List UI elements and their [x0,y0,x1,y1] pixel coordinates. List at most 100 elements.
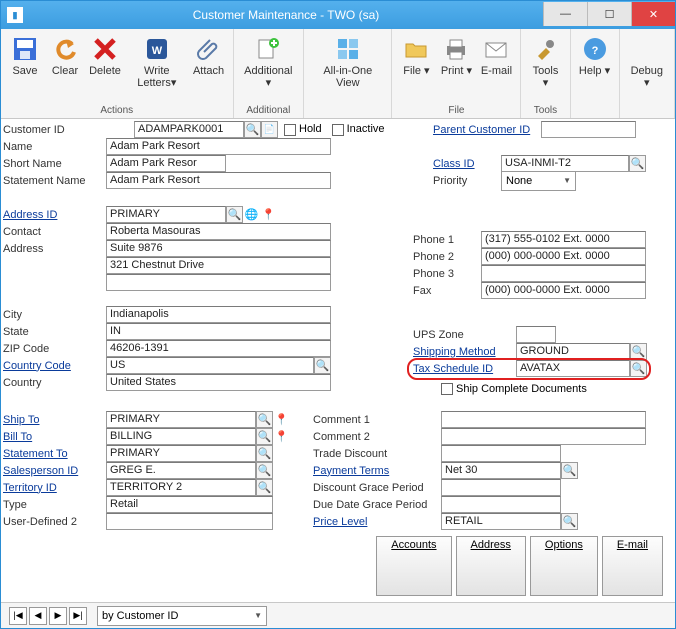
city-field[interactable]: Indianapolis [106,306,331,323]
tools-button[interactable]: Tools ▾ [525,31,565,104]
tax-schedule-field[interactable]: AVATAX [516,360,630,377]
address2-field[interactable]: 321 Chestnut Drive [106,257,331,274]
lookup-icon[interactable]: 🔍 [256,411,273,428]
statement-name-field[interactable]: Adam Park Resort [106,172,331,189]
short-name-field[interactable]: Adam Park Resor [106,155,226,172]
address-button[interactable]: Address [456,536,526,596]
minimize-button[interactable]: — [543,2,587,26]
debug-button[interactable]: Debug ▾ [624,31,670,104]
help-button[interactable]: ?Help ▾ [575,31,615,104]
trade-discount-field[interactable] [441,445,561,462]
bill-to-link[interactable]: Bill To [1,431,106,443]
payment-terms-field[interactable]: Net 30 [441,462,561,479]
print-button[interactable]: Print ▾ [436,31,476,104]
accounts-button[interactable]: Accounts [376,536,451,596]
lookup-icon[interactable]: 🔍 [314,357,331,374]
address-id-link[interactable]: Address ID [1,209,106,221]
lookup-icon[interactable]: 🔍 [256,428,273,445]
hold-checkbox[interactable] [284,124,296,136]
globe-icon[interactable]: 🌐 [243,206,260,223]
pin-icon[interactable]: 📍 [260,206,277,223]
class-id-link[interactable]: Class ID [431,158,501,170]
territory-field[interactable]: TERRITORY 2 [106,479,256,496]
state-field[interactable]: IN [106,323,331,340]
lookup-icon[interactable]: 🔍 [256,445,273,462]
country-field[interactable]: United States [106,374,331,391]
attach-button[interactable]: Attach [189,31,229,104]
discount-grace-field[interactable] [441,479,561,496]
price-level-field[interactable]: RETAIL [441,513,561,530]
form-area: Customer ID ADAMPARK0001 🔍 📄 Hold Inacti… [1,121,675,602]
lookup-icon[interactable]: 🔍 [244,121,261,138]
parent-customer-link[interactable]: Parent Customer ID [431,124,541,136]
save-button[interactable]: Save [5,31,45,104]
comment2-field[interactable] [441,428,646,445]
lookup-icon[interactable]: 🔍 [226,206,243,223]
country-code-field[interactable]: US [106,357,314,374]
inactive-checkbox[interactable] [332,124,344,136]
shipping-method-field[interactable]: GROUND [516,343,630,360]
clear-button[interactable]: Clear [45,31,85,104]
phone2-field[interactable]: (000) 000-0000 Ext. 0000 [481,248,646,265]
nav-prev-button[interactable]: ◀ [29,607,47,625]
options-button[interactable]: Options [530,536,598,596]
titlebar: ▮ Customer Maintenance - TWO (sa) — ☐ ✕ [1,1,675,29]
maximize-button[interactable]: ☐ [587,2,631,26]
email-button[interactable]: E-mail [476,31,516,104]
pin-icon[interactable]: 📍 [273,411,290,428]
lookup-icon[interactable]: 🔍 [256,462,273,479]
tax-schedule-link[interactable]: Tax Schedule ID [411,363,516,375]
customer-id-field[interactable]: ADAMPARK0001 [134,121,244,138]
price-level-link[interactable]: Price Level [311,516,441,528]
address-id-field[interactable]: PRIMARY [106,206,226,223]
priority-select[interactable]: None▼ [501,171,576,191]
address1-field[interactable]: Suite 9876 [106,240,331,257]
class-id-field[interactable]: USA-INMI-T2 [501,155,629,172]
write-letters-button[interactable]: WWrite Letters▾ [125,31,189,104]
lookup-icon[interactable]: 🔍 [561,462,578,479]
file-button[interactable]: File ▾ [396,31,436,104]
delete-button[interactable]: Delete [85,31,125,104]
all-in-one-view-button[interactable]: All-in-One View [308,31,387,104]
salesperson-link[interactable]: Salesperson ID [1,465,106,477]
nav-next-button[interactable]: ▶ [49,607,67,625]
comment1-field[interactable] [441,411,646,428]
ship-to-link[interactable]: Ship To [1,414,106,426]
country-code-link[interactable]: Country Code [1,360,106,372]
due-date-grace-field[interactable] [441,496,561,513]
tools-icon [531,35,559,63]
ud2-field[interactable] [106,513,273,530]
additional-button[interactable]: Additional ▾ [238,31,300,104]
parent-customer-field[interactable] [541,121,636,138]
ups-zone-field[interactable] [516,326,556,343]
ship-to-field[interactable]: PRIMARY [106,411,256,428]
ship-complete-checkbox[interactable] [441,383,453,395]
zip-field[interactable]: 46206-1391 [106,340,331,357]
lookup-icon[interactable]: 🔍 [630,343,647,360]
payment-terms-link[interactable]: Payment Terms [311,465,441,477]
nav-last-button[interactable]: ▶| [69,607,87,625]
phone1-field[interactable]: (317) 555-0102 Ext. 0000 [481,231,646,248]
salesperson-field[interactable]: GREG E. [106,462,256,479]
lookup-icon[interactable]: 🔍 [630,360,647,377]
statement-to-link[interactable]: Statement To [1,448,106,460]
territory-link[interactable]: Territory ID [1,482,106,494]
fax-field[interactable]: (000) 000-0000 Ext. 0000 [481,282,646,299]
bill-to-field[interactable]: BILLING [106,428,256,445]
shipping-method-link[interactable]: Shipping Method [411,346,516,358]
note-icon[interactable]: 📄 [261,121,278,138]
name-field[interactable]: Adam Park Resort [106,138,331,155]
type-field[interactable]: Retail [106,496,273,513]
nav-first-button[interactable]: |◀ [9,607,27,625]
lookup-icon[interactable]: 🔍 [629,155,646,172]
nav-sort-select[interactable]: by Customer ID▼ [97,606,267,626]
address3-field[interactable] [106,274,331,291]
pin-icon[interactable]: 📍 [273,428,290,445]
close-button[interactable]: ✕ [631,2,675,26]
lookup-icon[interactable]: 🔍 [561,513,578,530]
lookup-icon[interactable]: 🔍 [256,479,273,496]
phone3-field[interactable] [481,265,646,282]
contact-field[interactable]: Roberta Masouras [106,223,331,240]
email-form-button[interactable]: E-mail [602,536,663,596]
statement-to-field[interactable]: PRIMARY [106,445,256,462]
